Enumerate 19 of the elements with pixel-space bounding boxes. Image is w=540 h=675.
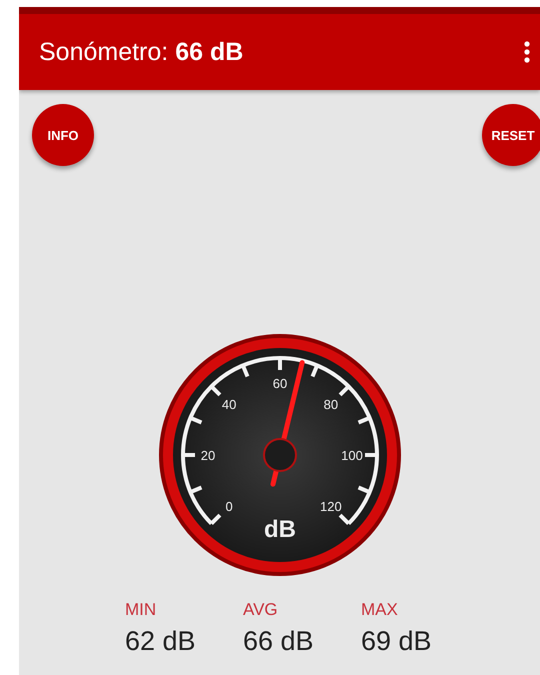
reset-button[interactable]: RESET xyxy=(482,104,540,166)
scale-label: 40 xyxy=(221,397,236,412)
scale-label: 100 xyxy=(340,448,362,463)
unit-label: dB xyxy=(264,516,296,543)
scale-label: 60 xyxy=(272,376,287,391)
scale-label: 80 xyxy=(323,397,338,412)
stat-label: AVG xyxy=(243,600,279,620)
scale-label: 0 xyxy=(224,498,232,514)
stat-value: 69 dB xyxy=(361,626,433,657)
stat-value: 66 dB xyxy=(243,626,315,657)
stat-value: 62 dB xyxy=(125,626,197,657)
stat-label: MIN xyxy=(125,600,158,620)
scale-label: 120 xyxy=(320,498,342,514)
info-button[interactable]: INFO xyxy=(32,104,94,166)
needle-hub xyxy=(262,438,296,472)
scale-label: 20 xyxy=(200,448,215,463)
more-icon[interactable] xyxy=(524,41,530,63)
stat-label: MAX xyxy=(361,600,399,620)
app-title: Sonómetro: 66 dB xyxy=(39,38,244,66)
